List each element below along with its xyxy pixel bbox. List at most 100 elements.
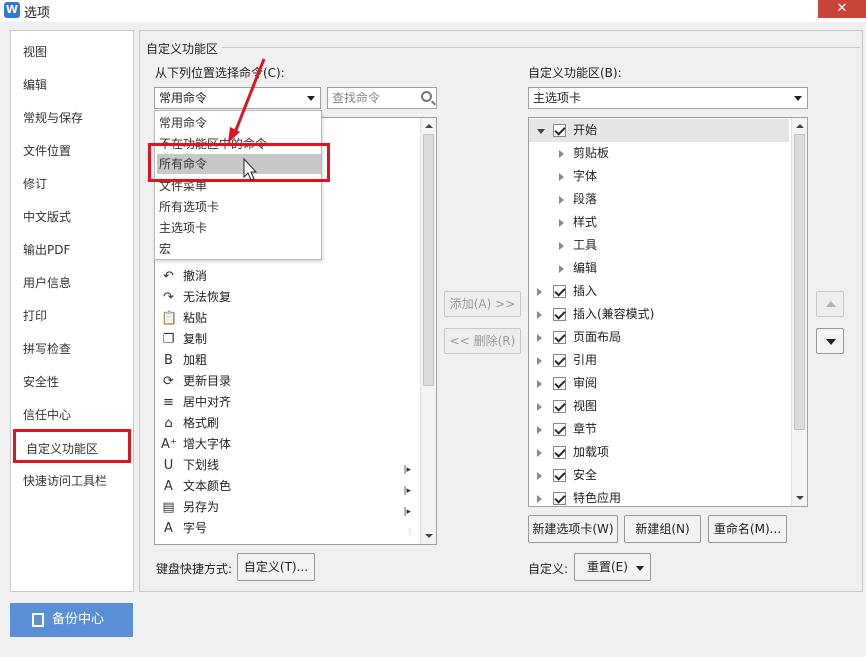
dropdown-option[interactable]: 常用命令 xyxy=(159,114,207,131)
ribbon-tree-item[interactable]: 视图 xyxy=(529,395,789,418)
remove-button[interactable]: << 删除(R) xyxy=(444,328,521,354)
ribbon-tree-item[interactable]: 开始 xyxy=(529,119,789,142)
move-down-button[interactable] xyxy=(816,328,844,354)
ribbon-tree-label: 引用 xyxy=(573,353,598,367)
add-button[interactable]: 添加(A) >> xyxy=(444,291,521,317)
sidebar-item[interactable]: 编辑 xyxy=(23,76,47,93)
ribbon-tree-item[interactable]: 加载项 xyxy=(529,441,789,464)
ribbon-tree-item[interactable]: 章节 xyxy=(529,418,789,441)
sidebar-item[interactable]: 打印 xyxy=(23,307,47,324)
scroll-down-icon[interactable] xyxy=(796,496,804,500)
ribbon-tree-item[interactable]: 页面布局 xyxy=(529,326,789,349)
ribbon-tree-item[interactable]: 剪贴板 xyxy=(529,142,789,165)
command-item[interactable]: 📋 粘贴 xyxy=(159,308,413,329)
command-item[interactable]: ↷ 无法恢复 xyxy=(159,287,413,308)
rename-button[interactable]: 重命名(M)... xyxy=(708,515,787,543)
expand-icon[interactable] xyxy=(559,196,564,204)
dropdown-option[interactable]: 所有选项卡 xyxy=(159,198,219,215)
command-item[interactable]: ▤ 另存为 |▸ xyxy=(159,497,413,518)
scroll-thumb[interactable] xyxy=(794,134,805,430)
command-item[interactable]: A 文本颜色 |▸ xyxy=(159,476,413,497)
sidebar-item[interactable]: 文件位置 xyxy=(23,142,71,159)
expand-icon[interactable] xyxy=(537,288,542,296)
ribbon-tree-item[interactable]: 特色应用 xyxy=(529,487,789,510)
command-item[interactable]: ≡ 居中对齐 xyxy=(159,392,413,413)
tab-checkbox[interactable] xyxy=(553,377,566,390)
command-item[interactable]: B 加粗 xyxy=(159,350,413,371)
ribbon-tree-item[interactable]: 编辑 xyxy=(529,257,789,280)
new-group-button[interactable]: 新建组(N) xyxy=(624,515,701,543)
expand-icon[interactable] xyxy=(537,426,542,434)
sidebar-item[interactable]: 常规与保存 xyxy=(23,109,83,126)
tab-checkbox[interactable] xyxy=(553,285,566,298)
sidebar-item[interactable]: 快速访问工具栏 xyxy=(23,472,107,489)
ribbon-tree-item[interactable]: 插入 xyxy=(529,280,789,303)
backup-center-button[interactable]: 备份中心 xyxy=(10,603,133,637)
tab-checkbox[interactable] xyxy=(553,446,566,459)
sidebar-item[interactable]: 自定义功能区 xyxy=(13,429,131,463)
sidebar-item[interactable]: 拼写检查 xyxy=(23,340,71,357)
expand-icon[interactable] xyxy=(537,311,542,319)
new-tab-button[interactable]: 新建选项卡(W) xyxy=(528,515,618,543)
sidebar-item[interactable]: 安全性 xyxy=(23,373,59,390)
expand-icon[interactable] xyxy=(559,265,564,273)
expand-icon[interactable] xyxy=(537,449,542,457)
tab-checkbox[interactable] xyxy=(553,124,566,137)
tab-checkbox[interactable] xyxy=(553,400,566,413)
expand-icon[interactable] xyxy=(559,150,564,158)
customize-ribbon-select[interactable]: 主选项卡 xyxy=(528,87,808,109)
sidebar-item[interactable]: 信任中心 xyxy=(23,406,71,423)
search-icon[interactable] xyxy=(421,91,432,102)
expand-open-icon[interactable] xyxy=(537,129,545,134)
sidebar-item[interactable]: 中文版式 xyxy=(23,208,71,225)
command-item[interactable]: A⁺ 增大字体 xyxy=(159,434,413,455)
scroll-thumb[interactable] xyxy=(423,134,434,386)
tab-checkbox[interactable] xyxy=(553,308,566,321)
tab-checkbox[interactable] xyxy=(553,423,566,436)
tab-checkbox[interactable] xyxy=(553,331,566,344)
command-item[interactable]: ⌂ 格式刷 xyxy=(159,413,413,434)
scroll-up-icon[interactable] xyxy=(425,124,433,128)
command-item[interactable]: ↶ 撤消 xyxy=(159,266,413,287)
ribbon-tree-item[interactable]: 段落 xyxy=(529,188,789,211)
tree-scrollbar[interactable] xyxy=(791,118,807,506)
expand-icon[interactable] xyxy=(537,472,542,480)
sidebar-item[interactable]: 修订 xyxy=(23,175,47,192)
tab-checkbox[interactable] xyxy=(553,354,566,367)
scroll-up-icon[interactable] xyxy=(796,124,804,128)
command-item[interactable]: U 下划线 |▸ xyxy=(159,455,413,476)
dropdown-option[interactable]: 主选项卡 xyxy=(159,219,207,236)
sidebar-item[interactable]: 用户信息 xyxy=(23,274,71,291)
sidebar-item[interactable]: 输出PDF xyxy=(23,241,70,258)
expand-icon[interactable] xyxy=(559,219,564,227)
ribbon-tree-item[interactable]: 引用 xyxy=(529,349,789,372)
ribbon-tree[interactable]: 开始 剪贴板 字体 段落 样式 工具 编辑 插入 插入(兼容模式) 页面布局引用审阅 视图 章节 加载项… xyxy=(528,117,808,507)
expand-icon[interactable] xyxy=(537,495,542,503)
expand-icon[interactable] xyxy=(559,173,564,181)
expand-icon[interactable] xyxy=(537,380,542,388)
command-item[interactable]: A 字号 ⫶ xyxy=(159,518,413,539)
tab-checkbox[interactable] xyxy=(553,492,566,505)
ribbon-tree-item[interactable]: 字体 xyxy=(529,165,789,188)
ribbon-tree-item[interactable]: 安全 xyxy=(529,464,789,487)
expand-icon[interactable] xyxy=(537,334,542,342)
shortcut-customize-button[interactable]: 自定义(T)... xyxy=(237,553,315,581)
reset-button[interactable]: 重置(E) xyxy=(574,553,651,581)
scroll-down-icon[interactable] xyxy=(425,534,433,538)
expand-icon[interactable] xyxy=(537,403,542,411)
expand-icon[interactable] xyxy=(537,357,542,365)
ribbon-tree-item[interactable]: 工具 xyxy=(529,234,789,257)
sidebar-item[interactable]: 视图 xyxy=(23,43,47,60)
commands-scrollbar[interactable] xyxy=(420,118,436,544)
ribbon-tree-item[interactable]: 插入(兼容模式) xyxy=(529,303,789,326)
command-item[interactable]: ❐ 复制 xyxy=(159,329,413,350)
close-button[interactable]: ✕ xyxy=(818,0,866,18)
ribbon-tree-item[interactable]: 审阅 xyxy=(529,372,789,395)
dropdown-option[interactable]: 宏 xyxy=(159,240,171,257)
expand-icon[interactable] xyxy=(559,242,564,250)
command-item[interactable]: ⟳ 更新目录 xyxy=(159,371,413,392)
tab-checkbox[interactable] xyxy=(553,469,566,482)
ribbon-tree-item[interactable]: 样式 xyxy=(529,211,789,234)
search-command-input[interactable]: 查找命令 xyxy=(327,87,437,109)
move-up-button[interactable] xyxy=(816,291,844,317)
